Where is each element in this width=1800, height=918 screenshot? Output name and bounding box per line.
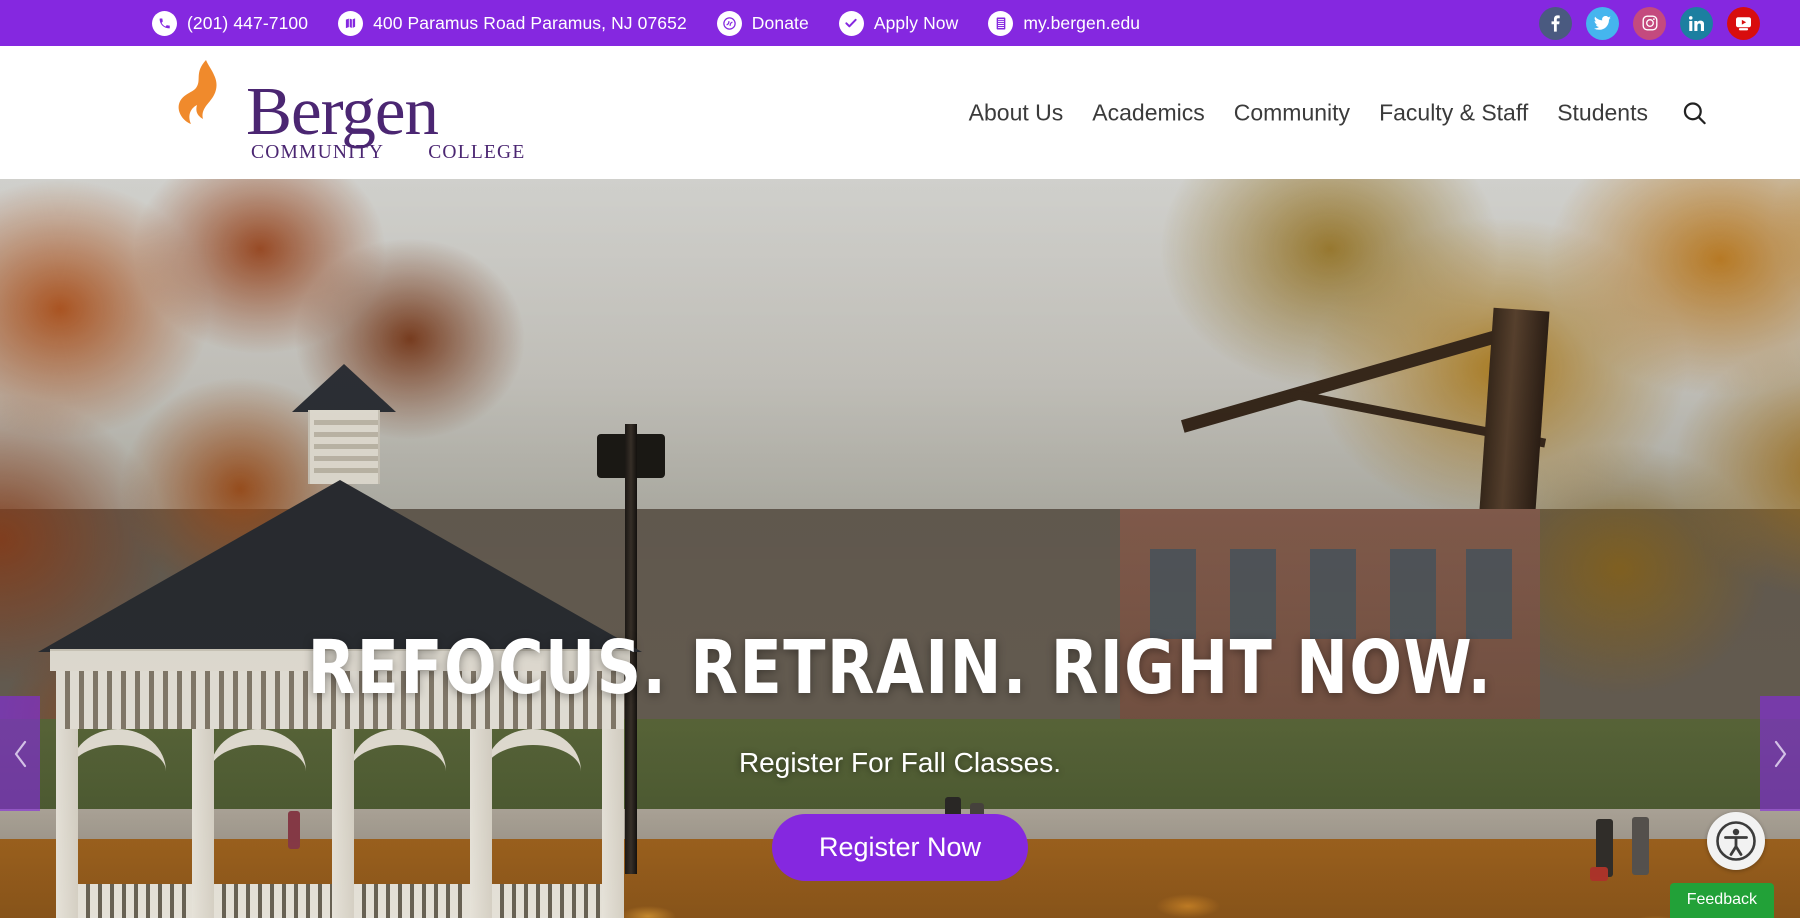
nav-item-faculty-staff[interactable]: Faculty & Staff bbox=[1379, 99, 1528, 126]
site-header: Bergen COMMUNITY COLLEGE About Us Academ… bbox=[0, 46, 1800, 179]
logo-wordmark: Bergen COMMUNITY COLLEGE bbox=[246, 76, 526, 170]
donate-label: Donate bbox=[751, 12, 809, 33]
top-utility-links: (201) 447-7100 400 Paramus Road Paramus,… bbox=[152, 10, 1141, 36]
check-circle-icon bbox=[838, 10, 864, 36]
hero-content: REFOCUS. RETRAIN. RIGHT NOW. Register Fo… bbox=[0, 631, 1800, 881]
main-navigation: About Us Academics Community Faculty & S… bbox=[969, 99, 1708, 126]
hero-subheadline: Register For Fall Classes. bbox=[738, 747, 1062, 778]
site-logo[interactable]: Bergen COMMUNITY COLLEGE bbox=[166, 60, 525, 170]
donate-link[interactable]: Donate bbox=[716, 10, 809, 36]
torch-flame-icon bbox=[166, 60, 240, 170]
nav-item-academics[interactable]: Academics bbox=[1092, 99, 1204, 126]
portal-link[interactable]: my.bergen.edu bbox=[988, 10, 1141, 36]
top-utility-bar: (201) 447-7100 400 Paramus Road Paramus,… bbox=[0, 0, 1800, 46]
apply-now-link[interactable]: Apply Now bbox=[838, 10, 959, 36]
social-links bbox=[1539, 0, 1760, 46]
logo-tagline-college: COLLEGE bbox=[428, 142, 526, 163]
youtube-icon[interactable] bbox=[1727, 6, 1760, 40]
donate-icon bbox=[716, 10, 742, 36]
linkedin-icon[interactable] bbox=[1680, 6, 1713, 40]
twitter-icon[interactable] bbox=[1586, 6, 1619, 40]
search-icon[interactable] bbox=[1681, 99, 1708, 126]
accessibility-icon[interactable] bbox=[1707, 812, 1765, 870]
phone-label: (201) 447-7100 bbox=[187, 12, 309, 33]
portal-icon bbox=[988, 10, 1014, 36]
nav-item-community[interactable]: Community bbox=[1234, 99, 1350, 126]
register-now-button[interactable]: Register Now bbox=[771, 814, 1029, 881]
address-label: 400 Paramus Road Paramus, NJ 07652 bbox=[373, 12, 687, 33]
apply-now-label: Apply Now bbox=[873, 12, 959, 33]
logo-tagline-community: COMMUNITY bbox=[251, 142, 385, 163]
hero-headline: REFOCUS. RETRAIN. RIGHT NOW. bbox=[307, 625, 1493, 711]
phone-icon bbox=[152, 10, 177, 36]
feedback-button[interactable]: Feedback bbox=[1669, 883, 1774, 918]
slider-next-button[interactable] bbox=[1760, 696, 1800, 811]
nav-item-students[interactable]: Students bbox=[1557, 99, 1648, 126]
phone-link[interactable]: (201) 447-7100 bbox=[152, 10, 309, 36]
portal-label: my.bergen.edu bbox=[1023, 12, 1141, 33]
address-link[interactable]: 400 Paramus Road Paramus, NJ 07652 bbox=[338, 10, 687, 36]
logo-name: Bergen bbox=[246, 72, 439, 149]
hero-slider: REFOCUS. RETRAIN. RIGHT NOW. Register Fo… bbox=[0, 179, 1800, 918]
nav-item-about-us[interactable]: About Us bbox=[969, 99, 1064, 126]
slider-prev-button[interactable] bbox=[0, 696, 40, 811]
map-icon bbox=[338, 10, 364, 36]
facebook-icon[interactable] bbox=[1539, 6, 1572, 40]
instagram-icon[interactable] bbox=[1633, 6, 1666, 40]
